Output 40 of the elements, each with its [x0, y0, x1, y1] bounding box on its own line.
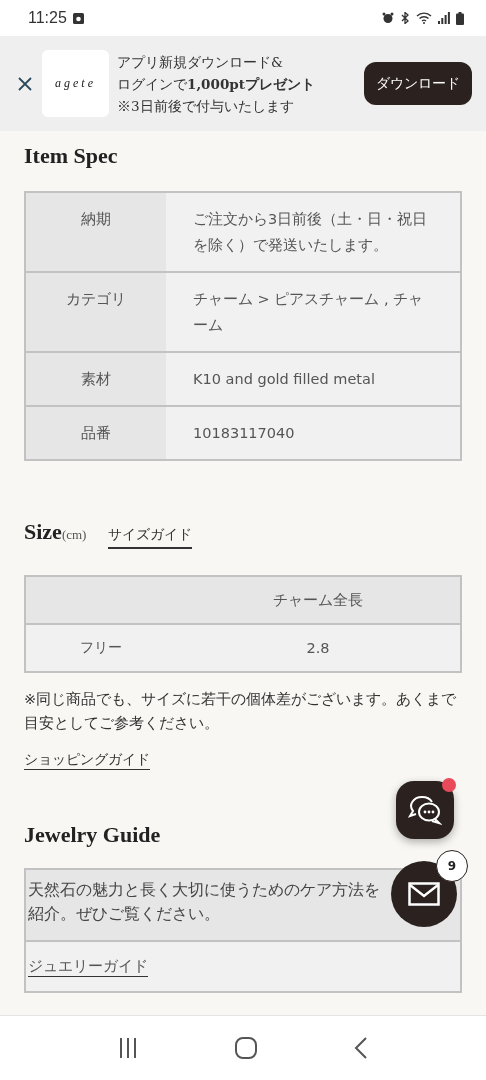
section-title: Size	[24, 519, 62, 544]
alarm-icon	[382, 12, 394, 24]
section-title: Jewelry Guide	[24, 822, 162, 848]
section-title: Item Spec	[24, 143, 118, 169]
chat-icon	[408, 795, 442, 825]
spec-value: ご注文から3日前後（土・日・祝日を除く）で発送いたします。	[193, 211, 428, 253]
close-icon[interactable]	[18, 76, 32, 91]
spec-label: 素材	[81, 370, 111, 389]
unit-label: (cm)	[61, 527, 87, 542]
size-label: フリー	[80, 639, 122, 657]
recent-apps-icon[interactable]	[118, 1038, 139, 1058]
spec-value: K10 and gold filled metal	[193, 371, 375, 387]
back-icon[interactable]	[353, 1037, 368, 1059]
status-time: 11:25	[28, 9, 67, 27]
jewelry-guide-link[interactable]: ジュエリーガイド	[28, 957, 148, 977]
wifi-icon	[416, 12, 432, 24]
mail-icon	[408, 882, 440, 906]
logo-text: agete	[55, 76, 96, 91]
battery-icon	[456, 11, 464, 25]
guide-description: 天然石の魅力と長く大切に使うためのケア方法を紹介。ぜひご覧ください。	[28, 880, 381, 925]
download-button[interactable]: ダウンロード	[364, 62, 472, 105]
shopping-guide-link[interactable]: ショッピングガイド	[24, 751, 150, 770]
home-icon[interactable]	[235, 1037, 257, 1059]
spec-value: チャーム > ピアスチャーム , チャーム	[193, 291, 424, 333]
spec-label: カテゴリ	[66, 290, 126, 309]
chat-button[interactable]	[396, 781, 454, 839]
spec-value: 10183117040	[193, 425, 295, 441]
size-guide-link[interactable]: サイズガイド	[108, 526, 193, 549]
spec-label: 納期	[81, 210, 111, 229]
gallery-icon	[72, 12, 84, 24]
banner-text: ※3日前後で付与いたします	[117, 96, 295, 116]
notification-badge: 9	[436, 850, 468, 882]
banner-text: ログインで1,000ptプレゼント	[117, 74, 316, 94]
spec-label: 品番	[81, 424, 111, 443]
size-value: 2.8	[306, 640, 330, 656]
column-label: チャーム全長	[273, 590, 363, 610]
banner-text: アプリ新規ダウンロード&	[117, 52, 285, 72]
size-note: ※同じ商品でも、サイズに若干の個体差がございます。あくまで目安としてご参考ください。	[24, 690, 458, 733]
signal-icon	[438, 12, 450, 24]
bluetooth-icon	[400, 12, 410, 24]
